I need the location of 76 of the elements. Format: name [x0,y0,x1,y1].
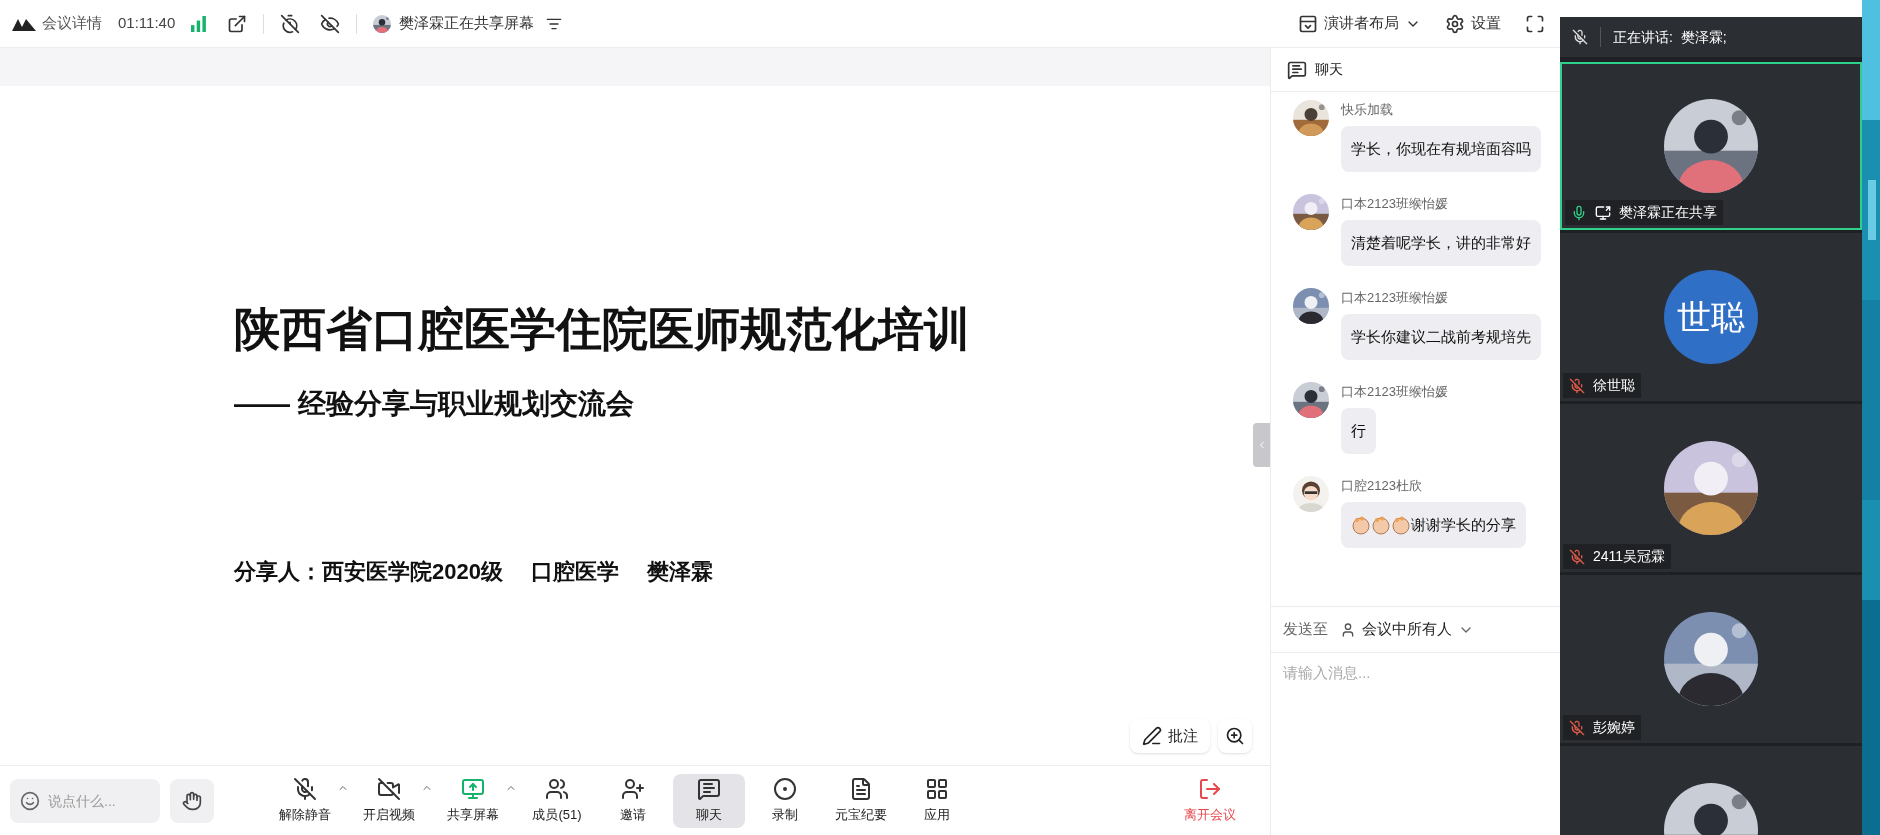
video-tile[interactable]: 2411吴冠霖 [1560,404,1862,572]
message-bubble: 行 [1341,407,1376,454]
toolbar-button[interactable]: 解除静音 [269,773,341,828]
share-screen-icon [461,776,485,801]
avatar-initials: 世聪 [1664,270,1758,364]
zoom-in-button[interactable] [1218,719,1252,753]
video-off-icon [377,776,401,801]
message-bubble: 学长你建议二战前考规培先 [1341,313,1541,360]
chat-icon [697,776,721,801]
participant-name: 徐世聪 [1593,376,1635,395]
video-tile[interactable]: 樊泽霖正在共享 [1560,62,1862,230]
users-icon [545,776,569,801]
mic-off-icon [1572,29,1588,45]
video-tile[interactable]: 彭婉婷 [1560,575,1862,743]
presenter-text: 分享人：西安医学院2020级 [234,557,503,586]
chat-title: 聊天 [1315,60,1343,79]
record-icon [773,776,797,801]
clapping-hands-icon [1371,514,1391,535]
mic-off-icon [293,776,317,801]
clapping-hands-icon [1391,514,1411,535]
annotate-button[interactable]: 批注 [1130,719,1210,753]
toolbar-button[interactable]: 成员(51) [521,773,593,828]
sharing-status: 樊泽霖正在共享屏幕 [399,13,535,34]
presenter-text: 樊泽霖 [646,557,713,586]
clapping-hands-icon [1351,514,1371,535]
document-icon [849,776,873,801]
reaction-input[interactable]: 说点什么... [10,778,160,823]
layout-button[interactable]: 演讲者布局 [1298,12,1421,35]
chat-icon [1287,59,1307,80]
message-bubble: 学长，你现在有规培面容吗 [1341,125,1541,172]
grid-icon [925,776,949,801]
sender-name: 快乐加载 [1341,101,1394,119]
current-speaker: 正在讲话: 樊泽霖; [1613,27,1727,47]
participant-name: 2411吴冠霖 [1593,547,1666,566]
slide-subtitle: —— 经验分享与职业规划交流会 [234,386,634,421]
toolbar-button[interactable]: 应用 [901,773,973,828]
send-to-label: 发送至 [1283,619,1328,640]
user-plus-icon [621,776,645,801]
slide-title: 陕西省口腔医学住院医师规范化培训 [234,302,970,357]
exit-icon [1198,776,1222,801]
participant-name: 彭婉婷 [1593,718,1635,737]
meeting-duration: 01:11:40 [118,13,176,34]
recipient-dropdown[interactable]: 会议中所有人 [1340,618,1474,641]
user-icon [1340,621,1356,638]
video-tile[interactable]: 世聪 徐世聪 [1560,233,1862,401]
raise-hand-button[interactable] [170,778,214,823]
hand-icon [182,790,202,811]
toolbar-button[interactable]: 开启视频 [353,773,425,828]
eye-off-icon[interactable] [320,13,341,34]
sender-name: 口腔2123杜欣 [1341,477,1423,495]
sender-name: 口本2123班缑怡媛 [1341,383,1448,401]
timer-off-icon[interactable] [280,13,301,34]
sender-name: 口本2123班缑怡媛 [1341,195,1449,213]
pen-icon [1142,726,1162,746]
signal-icon [191,15,208,32]
settings-icon [1445,13,1465,34]
settings-button[interactable]: 设置 [1445,12,1501,35]
sender-name: 口本2123班缑怡媛 [1341,289,1449,307]
collapse-handle[interactable] [1253,423,1270,467]
participant-name: 樊泽霖正在共享 [1619,203,1717,222]
presenter-text: 口腔医学 [530,557,619,586]
meeting-info-button[interactable]: 会议详情 [42,12,102,35]
smile-icon [20,790,40,811]
toolbar-button[interactable]: 录制 [749,773,821,828]
leave-meeting-button[interactable]: 离开会议 [1184,776,1236,825]
fullscreen-icon[interactable] [1525,13,1545,34]
layout-icon [1298,13,1318,34]
pop-out-icon[interactable] [227,13,248,34]
toolbar-button[interactable]: 元宝纪要 [825,773,897,828]
message-input[interactable]: 请输入消息... [1283,662,1550,685]
toolbar-button[interactable]: 共享屏幕 [437,773,509,828]
toolbar-button[interactable]: 邀请 [597,773,669,828]
message-bubble: 谢谢学长的分享 [1341,501,1526,548]
message-bubble: 清楚着呢学长，讲的非常好 [1341,219,1541,266]
toolbar-button[interactable]: 聊天 [673,773,745,828]
zoom-in-icon [1225,726,1245,746]
